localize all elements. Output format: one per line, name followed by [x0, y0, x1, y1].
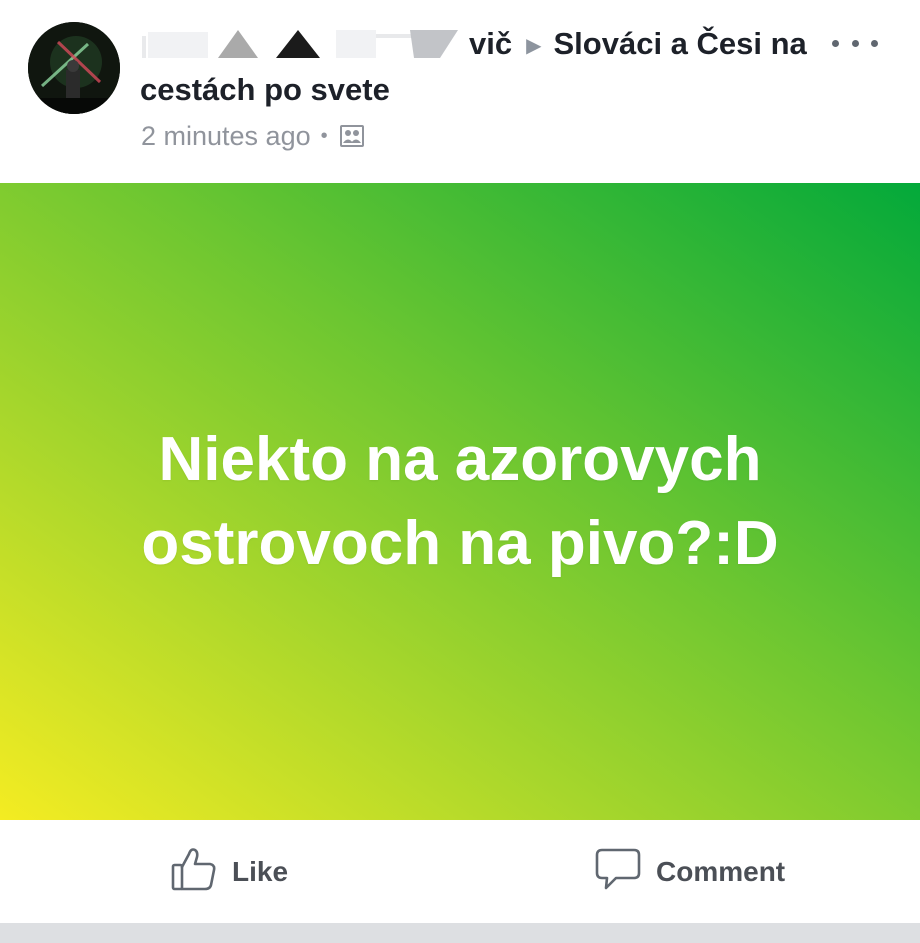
status-text: Niekto na azorovych ostrovoch na pivo?:D [141, 424, 779, 578]
menu-dot [871, 39, 878, 47]
more-options-icon[interactable] [832, 26, 878, 60]
post-meta: 2 minutes ago • [141, 118, 366, 154]
like-button[interactable]: Like [170, 846, 288, 898]
feed-post: vič ▶ Slováci a Česi na cestách po svete 2… [0, 0, 920, 943]
thumbs-up-icon [170, 845, 218, 900]
meta-separator: • [320, 124, 328, 147]
avatar-photo [28, 22, 120, 114]
post-title-line: vič ▶ Slováci a Česi na cestách po svete [140, 22, 820, 112]
comment-label: Comment [656, 856, 786, 887]
status-background[interactable]: Niekto na azorovych ostrovoch na pivo?:D [0, 183, 920, 820]
like-label: Like [232, 856, 289, 887]
shared-to-arrow-icon: ▶ [526, 35, 542, 57]
feed-divider [0, 923, 920, 943]
speech-bubble-icon [594, 846, 642, 899]
group-icon [338, 122, 366, 150]
author-avatar[interactable] [28, 22, 120, 114]
post-actions: Like Comment [0, 820, 920, 923]
post-header: vič ▶ Slováci a Česi na cestách po svete 2… [0, 0, 920, 183]
post-timestamp[interactable]: 2 minutes ago [141, 121, 311, 152]
redacted-author-name [140, 22, 475, 66]
comment-button[interactable]: Comment [594, 846, 785, 898]
menu-dot [851, 39, 859, 47]
author-name[interactable]: vič [469, 26, 512, 61]
menu-dot [832, 39, 839, 47]
